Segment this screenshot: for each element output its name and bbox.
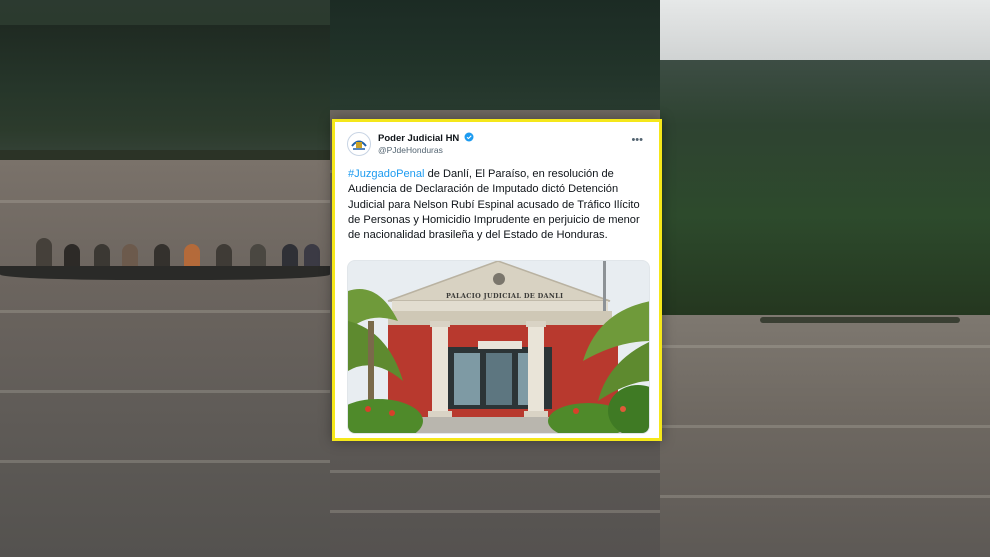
avatar[interactable] [347,132,371,156]
hashtag-link[interactable]: #JuzgadoPenal [348,168,425,180]
tweet-card: Poder Judicial HN @PJdeHonduras ••• #Juz… [332,119,662,441]
boat [0,266,330,280]
river-water [660,315,990,557]
tweet-header: Poder Judicial HN @PJdeHonduras ••• [347,130,649,158]
courthouse-photo [348,261,649,433]
tweet-text: #JuzgadoPenal de Danlí, El Paraíso, en r… [348,167,648,243]
author-name[interactable]: Poder Judicial HN [378,132,474,144]
poder-judicial-logo-icon [349,134,369,154]
background-photo-right [660,0,990,557]
river-water [0,160,330,557]
hills [330,0,660,120]
more-horizontal-icon[interactable]: ••• [631,134,643,146]
verified-badge-icon [464,132,474,142]
mountains [660,60,990,320]
hills [0,25,330,165]
background-photo-left [0,0,330,557]
people-on-boat [30,234,330,270]
tweet-image[interactable]: PALACIO JUDICIAL DE DANLI [347,260,650,434]
author-name-text[interactable]: Poder Judicial HN [378,133,459,144]
author-handle[interactable]: @PJdeHonduras [378,145,443,155]
river-island [760,317,960,323]
courthouse-sign-text: PALACIO JUDICIAL DE DANLI [446,292,564,300]
